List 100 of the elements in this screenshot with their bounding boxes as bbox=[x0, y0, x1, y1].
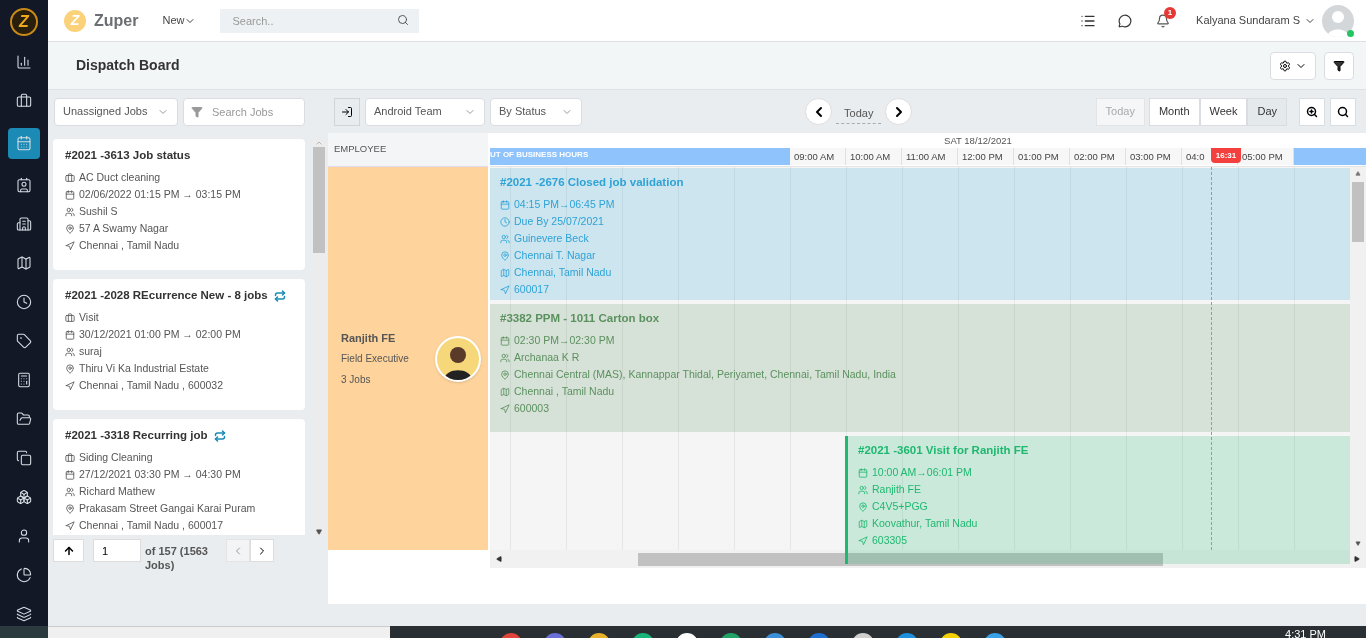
detail-text: 603305 bbox=[872, 533, 908, 548]
contact-icon bbox=[16, 177, 32, 194]
hour-label: 02:00 PM bbox=[1070, 148, 1126, 165]
detail-text: Chennai , Tamil Nadu , 600032 bbox=[79, 379, 223, 393]
horizontal-scrollbar[interactable] bbox=[490, 550, 1366, 568]
detail-text: Siding Cleaning bbox=[79, 451, 153, 465]
scroll-left-icon bbox=[495, 556, 503, 562]
detail-text: C4V5+PGG bbox=[872, 499, 928, 514]
detail-text: Archanaa K R bbox=[514, 350, 580, 365]
collapse-button[interactable] bbox=[334, 97, 360, 126]
job-card[interactable]: #2021 -2028 REcurrence New - 8 jobs Visit 30/12/2021 01:00 PM → 02:00 PM suraj Thiru Vi Ka Industrial Estate Chennai , Tamil Nadu , 600032 bbox=[53, 279, 305, 410]
scrollbar-thumb[interactable] bbox=[1352, 182, 1364, 242]
navigation-icon bbox=[65, 520, 75, 531]
folder-icon bbox=[16, 410, 32, 427]
view-tab[interactable]: Month bbox=[1148, 97, 1200, 126]
job-title: #2021 -3318 Recurring job bbox=[65, 428, 208, 443]
detail-text: Chennai Central (MAS), Kannappar Thidal, Periyamet, Chennai, Tamil Nadu, India bbox=[514, 367, 896, 382]
current-time-badge: 16:31 bbox=[1211, 148, 1241, 163]
dropdown[interactable]: By Status bbox=[490, 97, 582, 126]
users-icon bbox=[858, 484, 868, 495]
clock-icon bbox=[500, 216, 510, 227]
view-tab[interactable]: Week bbox=[1199, 97, 1248, 126]
map-pin-icon bbox=[65, 363, 75, 374]
map-pin-icon bbox=[65, 503, 75, 514]
event-title: #2021 -2676 Closed job validation bbox=[500, 175, 685, 190]
scrollbar[interactable] bbox=[313, 139, 325, 535]
new-menu[interactable]: New bbox=[162, 12, 197, 29]
hour-label: 09:00 AM bbox=[790, 148, 846, 165]
view-tab[interactable]: Day bbox=[1247, 97, 1287, 126]
scroll-down-icon bbox=[315, 529, 323, 535]
detail-text: Guinevere Beck bbox=[514, 231, 589, 246]
job-search-field[interactable]: Search Jobs bbox=[183, 97, 305, 126]
dropdown[interactable]: Android Team bbox=[365, 97, 485, 126]
search-icon bbox=[1337, 105, 1349, 118]
settings-button[interactable] bbox=[1270, 51, 1316, 80]
map-pin-icon bbox=[65, 223, 75, 234]
date-label[interactable]: Today bbox=[836, 98, 882, 125]
zoom-in-button[interactable] bbox=[1299, 97, 1325, 126]
job-card[interactable]: #2021 -3318 Recurring job Siding Cleaning 27/12/2021 03:30 PM → 04:30 PM Richard Mathew Prakasam Street Gangai Karai Puram Chennai , Tamil Nadu , 600017 bbox=[53, 419, 305, 535]
map-icon bbox=[500, 267, 510, 278]
calendar-icon bbox=[65, 189, 75, 200]
employee-row[interactable]: Ranjith FE Field Executive 3 Jobs bbox=[328, 167, 488, 550]
detail-text: suraj bbox=[79, 345, 102, 359]
page-field[interactable]: 1 bbox=[93, 539, 141, 562]
users-icon bbox=[65, 206, 75, 217]
event-title: #2021 -3601 Visit for Ranjith FE bbox=[858, 443, 1030, 458]
page-title: Dispatch Board bbox=[76, 56, 180, 75]
copy-icon bbox=[16, 449, 32, 466]
scroll-up-icon bbox=[314, 139, 324, 147]
calendar-icon bbox=[65, 469, 75, 480]
zoom-out-button[interactable] bbox=[1330, 97, 1356, 126]
calendar-icon bbox=[500, 199, 510, 210]
detail-text: Chennai , Tamil Nadu bbox=[79, 239, 180, 253]
employee-role: Field Executive bbox=[341, 351, 409, 366]
filter-button[interactable] bbox=[1324, 51, 1354, 80]
scroll-top-button[interactable] bbox=[53, 539, 84, 562]
brand-name: Zuper bbox=[94, 10, 139, 31]
detail-text: Chennai, Tamil Nadu bbox=[514, 265, 612, 280]
chat-icon[interactable] bbox=[1118, 13, 1133, 28]
calendar-icon bbox=[500, 335, 510, 346]
scroll-right-icon bbox=[1353, 556, 1361, 562]
detail-text: 02:30 PM→02:30 PM bbox=[514, 333, 615, 348]
off-hours-band: UT OF BUSINESS HOURS bbox=[490, 148, 790, 165]
job-card[interactable]: #2021 -3613 Job status AC Duct cleaning 02/06/2022 01:15 PM → 03:15 PM Sushil S 57 A Swamy Nagar Chennai , Tamil Nadu bbox=[53, 139, 305, 270]
detail-text: Chennai , Tamil Nadu bbox=[514, 384, 615, 399]
app-logo[interactable]: Z bbox=[10, 8, 38, 36]
notification-icon[interactable] bbox=[1156, 13, 1171, 28]
detail-text: Chennai , Tamil Nadu , 600017 bbox=[79, 519, 223, 533]
off-hours-band bbox=[1294, 148, 1366, 165]
navigation-icon bbox=[500, 403, 510, 414]
scrollbar-thumb[interactable] bbox=[313, 147, 325, 253]
page-summary: of 157 (1563 Jobs) bbox=[145, 544, 209, 572]
building-icon bbox=[16, 216, 32, 233]
detail-text: 04:15 PM→06:45 PM bbox=[514, 197, 615, 212]
vertical-scrollbar[interactable] bbox=[1350, 167, 1366, 550]
job-title: #2021 -2028 REcurrence New - 8 jobs bbox=[65, 288, 268, 303]
previous-button[interactable] bbox=[805, 98, 833, 125]
employee-avatar bbox=[435, 335, 481, 382]
logo-mark: Z bbox=[64, 9, 86, 32]
employee-header: EMPLOYEE bbox=[328, 133, 488, 167]
job-title: #2021 -3613 Job status bbox=[65, 148, 191, 163]
detail-text: Chennai T. Nagar bbox=[514, 248, 596, 263]
navigation-icon bbox=[858, 535, 868, 546]
next-page-button[interactable] bbox=[250, 539, 274, 562]
navigation-icon bbox=[65, 240, 75, 251]
dropdown[interactable]: Unassigned Jobs bbox=[54, 97, 178, 126]
sidebar-item[interactable] bbox=[8, 127, 40, 159]
search-field[interactable]: Search.. bbox=[220, 9, 420, 33]
next-button[interactable] bbox=[885, 98, 913, 125]
event-title: #3382 PPM - 1011 Carton box bbox=[500, 311, 661, 326]
calculator-icon bbox=[16, 371, 32, 388]
briefcase-icon bbox=[16, 93, 32, 110]
user-menu[interactable]: Kalyana Sundaram S bbox=[1196, 12, 1316, 29]
map-icon bbox=[500, 386, 510, 397]
briefcase-icon bbox=[65, 172, 75, 183]
scrollbar-thumb[interactable] bbox=[638, 552, 1163, 566]
detail-text: Due By 25/07/2021 bbox=[514, 214, 604, 229]
detail-text: Sushil S bbox=[79, 205, 118, 219]
user-icon bbox=[16, 527, 32, 544]
map-icon bbox=[858, 518, 868, 529]
